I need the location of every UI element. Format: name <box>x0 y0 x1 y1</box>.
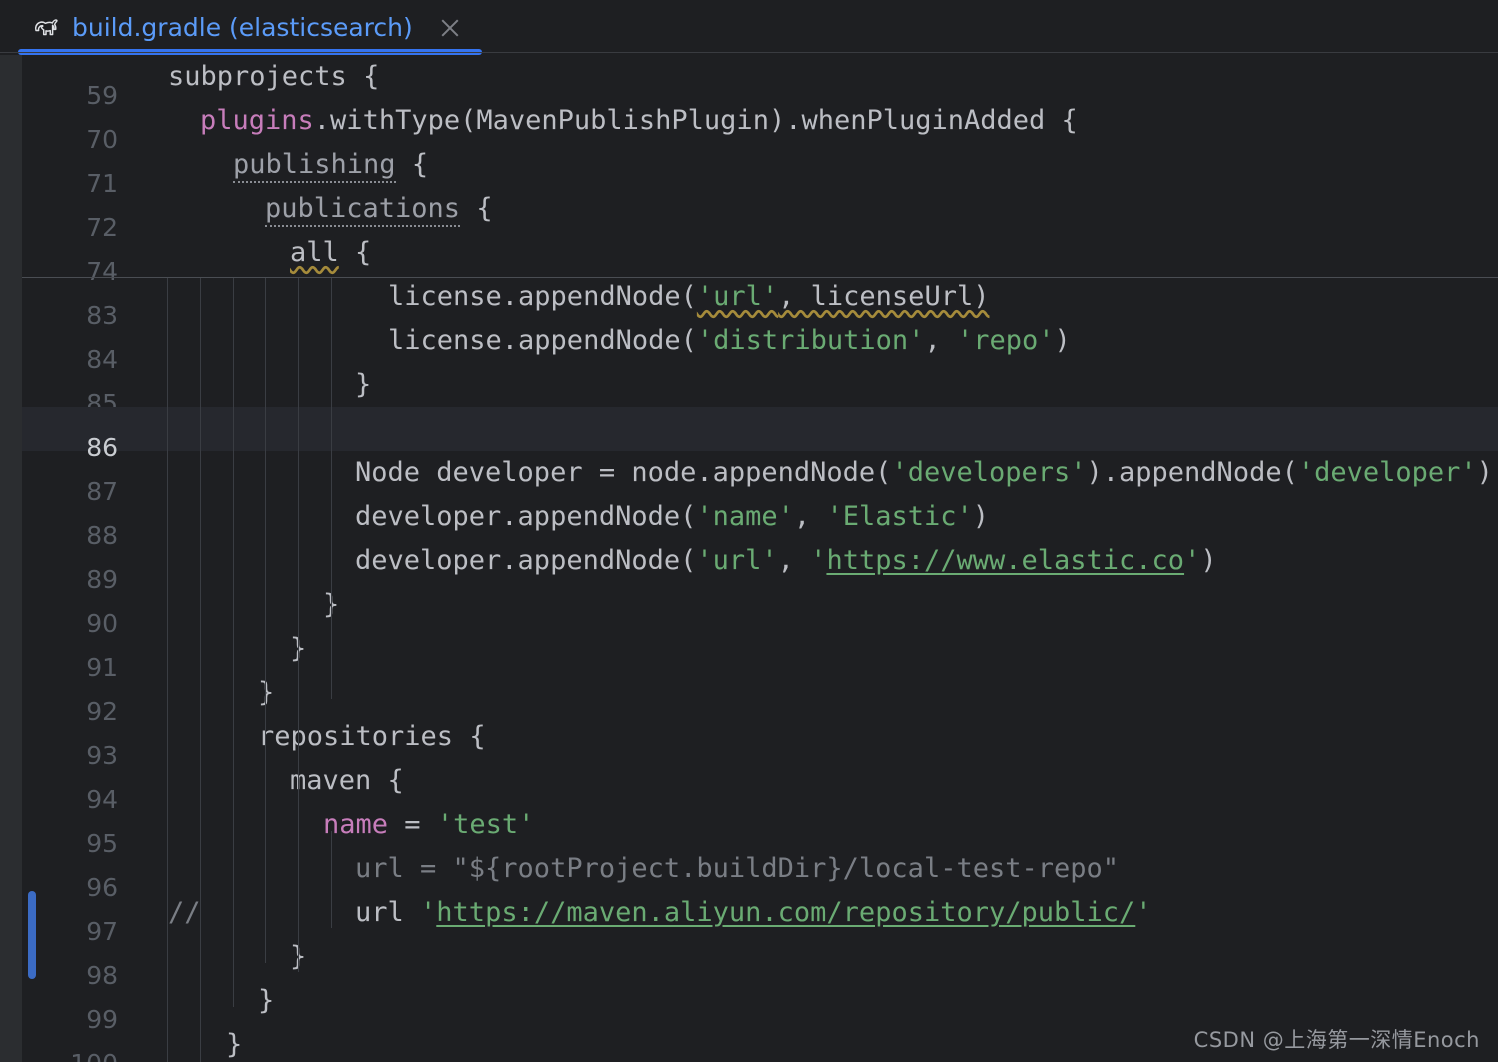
editor-tab-build-gradle[interactable]: build.gradle (elasticsearch) <box>18 0 477 55</box>
code-line-84[interactable]: 84 license.appendNode('distribution', 'r… <box>0 319 1498 374</box>
code-text: subprojects { <box>168 61 380 92</box>
code-text: url = "${rootProject.buildDir}/local-tes… <box>355 853 1120 884</box>
indent-guide <box>331 278 332 699</box>
indent-guide <box>200 278 201 1062</box>
code-text: license.appendNode('distribution', 'repo… <box>388 325 1071 356</box>
code-line-97[interactable]: 97 url 'https://maven.aliyun.com/reposit… <box>0 891 1498 946</box>
code-line-86[interactable]: 86 <box>0 407 1498 462</box>
code-editor[interactable]: // 83 license.appendNode('url', licenseU… <box>0 55 1498 1062</box>
sticky-line-72[interactable]: 72 publications { <box>0 187 1498 242</box>
indent-guide <box>331 831 332 928</box>
code-line-99[interactable]: 99 } <box>0 979 1498 1034</box>
code-line-96[interactable]: 96 url = "${rootProject.buildDir}/local-… <box>0 847 1498 902</box>
link-elastic-co[interactable]: https://www.elastic.co <box>826 545 1184 576</box>
code-text: publications { <box>265 187 493 231</box>
code-text: maven { <box>290 765 404 796</box>
code-line-98[interactable]: 98 } <box>0 935 1498 990</box>
code-line-85[interactable]: 85 } <box>0 363 1498 418</box>
code-text: } <box>258 677 275 708</box>
sticky-header-divider <box>22 277 1498 278</box>
indent-guide <box>167 278 168 1062</box>
close-icon[interactable] <box>437 15 463 41</box>
watermark-text: CSDN @上海第一深情Enoch <box>1193 1028 1480 1052</box>
link-maven-aliyun[interactable]: https://maven.aliyun.com/repository/publ… <box>436 897 1135 928</box>
code-line-91[interactable]: 91 } <box>0 627 1498 682</box>
code-text: all { <box>290 237 372 268</box>
code-text: url 'https://maven.aliyun.com/repository… <box>355 897 1152 928</box>
code-line-89[interactable]: 89 developer.appendNode('url', 'https://… <box>0 539 1498 594</box>
vcs-modified-marker[interactable] <box>28 891 36 979</box>
sticky-scope-header[interactable]: 59 subprojects { 70 plugins.withType(Mav… <box>0 55 1498 1062</box>
ide-window: build.gradle (elasticsearch) // 83 licen… <box>0 0 1498 1062</box>
gradle-elephant-icon <box>34 18 58 35</box>
editor-tab-bar: build.gradle (elasticsearch) <box>0 0 1498 55</box>
sticky-line-70[interactable]: 70 plugins.withType(MavenPublishPlugin).… <box>0 99 1498 154</box>
code-text: license.appendNode('url', licenseUrl) <box>388 281 990 312</box>
sticky-line-74[interactable]: 74 all { <box>0 231 1498 286</box>
commented-line-prefix: // <box>168 897 201 928</box>
code-line-83[interactable]: 83 license.appendNode('url', licenseUrl) <box>0 278 1498 330</box>
code-line-90[interactable]: 90 } <box>0 583 1498 638</box>
line-number: 74 <box>86 257 118 286</box>
code-line-93[interactable]: 93 repositories { <box>0 715 1498 770</box>
code-line-95[interactable]: 95 name = 'test' <box>0 803 1498 858</box>
code-text: } <box>355 369 372 400</box>
code-text: publishing { <box>233 143 428 187</box>
sticky-line-59[interactable]: 59 subprojects { <box>0 55 1498 110</box>
indent-guide <box>233 278 234 1007</box>
indent-guide <box>298 787 299 972</box>
code-text: } <box>226 1029 243 1060</box>
sticky-line-71[interactable]: 71 publishing { <box>0 143 1498 198</box>
code-text: repositories { <box>258 721 486 752</box>
editor-tab-label: build.gradle (elasticsearch) <box>72 13 413 42</box>
editor-scroll-area[interactable]: // 83 license.appendNode('url', licenseU… <box>0 278 1498 1062</box>
tab-bar-divider <box>0 52 1498 53</box>
code-line-88[interactable]: 88 developer.appendNode('name', 'Elastic… <box>0 495 1498 550</box>
code-text: developer.appendNode('name', 'Elastic') <box>355 501 990 532</box>
code-text: name = 'test' <box>323 809 535 840</box>
code-line-87[interactable]: 87 Node developer = node.appendNode('dev… <box>0 451 1498 506</box>
code-text: developer.appendNode('url', 'https://www… <box>355 545 1217 576</box>
code-text: } <box>258 985 275 1016</box>
indent-guide <box>265 278 266 963</box>
code-line-92[interactable]: 92 } <box>0 671 1498 726</box>
code-line-94[interactable]: 94 maven { <box>0 759 1498 814</box>
code-text: Node developer = node.appendNode('develo… <box>355 457 1493 488</box>
code-text: plugins.withType(MavenPublishPlugin).whe… <box>200 105 1078 136</box>
